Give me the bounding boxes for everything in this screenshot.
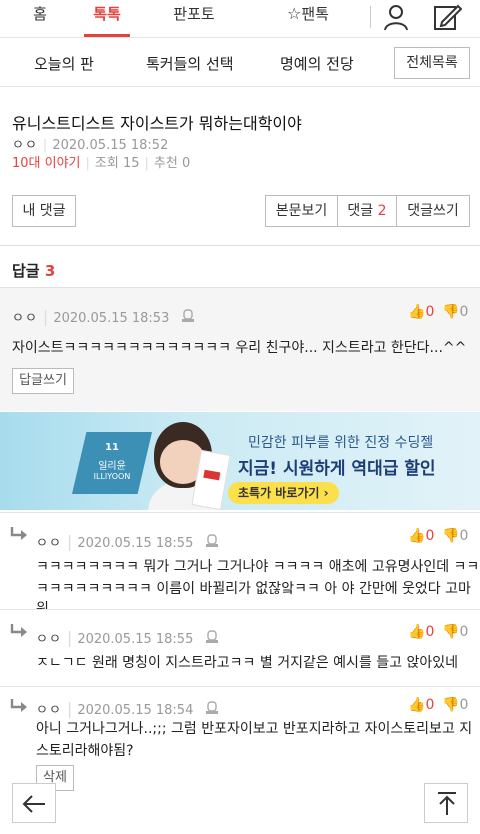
nav-divider [370, 6, 371, 28]
upvote-count: 0 [425, 624, 435, 640]
ad-brand-logo: 11 일리윤 ILLIYOON [72, 432, 152, 494]
report-icon[interactable] [206, 533, 219, 552]
post-category[interactable]: 10대 이야기 [12, 156, 81, 171]
replies-label: 답글 [12, 262, 40, 280]
report-icon[interactable] [182, 308, 195, 327]
reply-meta: ㅇㅇ | 2020.05.15 18:54 [36, 699, 219, 719]
scroll-top-button[interactable] [424, 783, 468, 823]
reply-datetime: 2020.05.15 18:55 [77, 536, 194, 551]
reply-author: ㅇㅇ [36, 703, 62, 718]
ad-cta-button[interactable]: 초특가 바로가기 › [228, 482, 339, 504]
arrow-left-icon [22, 795, 45, 813]
ad-brand-en: ILLIYOON [93, 472, 131, 481]
section-divider [0, 245, 480, 246]
subnav-hall-of-fame[interactable]: 명예의 전당 [280, 53, 354, 74]
thumbs-down-icon: 👎 [442, 304, 460, 320]
reply-author: ㅇㅇ [36, 632, 62, 647]
upvote-count: 0 [425, 528, 435, 544]
write-icon[interactable] [432, 2, 463, 32]
upvote-count: 0 [425, 697, 435, 713]
best-comment-meta: ㅇㅇ | 2020.05.15 18:53 [12, 307, 195, 327]
reply-text-line: 아니 그거나그거나..;;; 그럼 반포자이보고 반포지라하고 자이스토리보고 … [36, 721, 473, 737]
reply-button[interactable]: 답글쓰기 [12, 368, 74, 394]
ad-brand-name: 일리윤 [98, 461, 126, 472]
replies-header: 답글 3 [12, 260, 55, 281]
thumbs-down-icon: 👎 [442, 528, 460, 544]
comments-button[interactable]: 댓글 2 [337, 195, 397, 227]
reply-arrow-icon [10, 624, 27, 637]
star-icon: ☆ [287, 4, 302, 23]
view-post-button[interactable]: 본문보기 [265, 195, 338, 227]
post-title: 유니스트디스트 자이스트가 뭐하는대학이야 [12, 114, 302, 133]
post-meta: ㅇㅇ | 2020.05.15 18:52 [12, 138, 169, 153]
post-views: 조회 15 [94, 156, 140, 171]
comment-datetime: 2020.05.15 18:53 [53, 311, 170, 326]
replies-count: 3 [44, 262, 56, 280]
best-comment: ㅇㅇ | 2020.05.15 18:53 👍0 👎0 자이스트ㅋㅋㅋㅋㅋㅋㅋㅋㅋㅋ… [0, 287, 480, 411]
back-button[interactable] [12, 783, 56, 823]
reply-text-line: ㅈㄴㄱㄷ 원래 명칭이 지스트라고ㅋㅋ 별 거지같은 예시를 들고 앉아있네 [36, 655, 458, 671]
reply-meta: ㅇㅇ | 2020.05.15 18:55 [36, 628, 219, 648]
thumbs-down-icon: 👎 [442, 697, 460, 713]
post-recommends: 추천 0 [153, 156, 191, 171]
thumbs-down-icon: 👎 [442, 624, 460, 640]
reply-author: ㅇㅇ [36, 536, 62, 551]
downvote-button[interactable]: 👎0 [442, 528, 468, 544]
tab-panphoto[interactable]: 판포토 [168, 0, 220, 38]
downvote-button[interactable]: 👎0 [442, 697, 468, 713]
reply-arrow-icon [10, 699, 27, 712]
reply-text-line: 스토리라해야됨? [36, 743, 134, 759]
downvote-button[interactable]: 👎0 [442, 304, 468, 320]
post-author: ㅇㅇ [12, 138, 38, 153]
reply-item: ㅇㅇ | 2020.05.15 18:54 👍0 👎0 아니 그거나그거나..;;;… [0, 686, 480, 834]
write-comment-button[interactable]: 댓글쓰기 [396, 195, 470, 227]
reply-item: ㅇㅇ | 2020.05.15 18:55 👍0 👎0 ㅋㅋㅋㅋㅋㅋㅋㅋ 뭐가 그거… [0, 512, 480, 617]
sub-nav: 오늘의 판 톡커들의 선택 명예의 전당 전체목록 [0, 39, 480, 87]
downvote-count: 0 [459, 304, 469, 320]
report-icon[interactable] [206, 700, 219, 719]
comment-text: 자이스트ㅋㅋㅋㅋㅋㅋㅋㅋㅋㅋㅋㅋㅋ 우리 친구야... 지스트라고 한단다...… [12, 340, 467, 356]
tab-toktok[interactable]: 톡톡 [84, 0, 130, 38]
tab-home[interactable]: 홈 [28, 0, 52, 38]
reply-datetime: 2020.05.15 18:55 [77, 632, 194, 647]
downvote-button[interactable]: 👎0 [442, 624, 468, 640]
tab-fantok[interactable]: ☆팬톡 [278, 0, 338, 38]
reply-text-line: ㅋㅋㅋㅋㅋㅋㅋㅋ 뭐가 그거나 그거나야 ㅋㅋㅋㅋ 애초에 고유명사인데 ㅋㅋ [36, 559, 480, 575]
ad-banner[interactable]: 11 일리윤 ILLIYOON 민감한 피부를 위한 진정 수딩젤 지금! 시원… [0, 412, 480, 510]
user-icon[interactable] [381, 2, 411, 32]
downvote-count: 0 [459, 624, 469, 640]
reply-datetime: 2020.05.15 18:54 [77, 703, 194, 718]
upvote-button[interactable]: 👍0 [408, 304, 434, 320]
tab-fantok-label: 팬톡 [301, 5, 329, 23]
post-datetime: 2020.05.15 18:52 [52, 138, 169, 153]
top-nav: 홈 톡톡 판포토 ☆팬톡 [0, 0, 480, 38]
upvote-button[interactable]: 👍0 [408, 528, 434, 544]
upvote-button[interactable]: 👍0 [408, 624, 434, 640]
full-list-button[interactable]: 전체목록 [394, 47, 470, 79]
reply-arrow-icon [10, 527, 27, 540]
subnav-talkers-choice[interactable]: 톡커들의 선택 [146, 53, 234, 74]
ad-promo: 지금! 시원하게 역대급 할인 [238, 459, 436, 479]
downvote-count: 0 [459, 697, 469, 713]
post-stats: 10대 이야기 | 조회 15 | 추천 0 [12, 156, 191, 171]
active-tab-indicator [84, 34, 130, 37]
arrow-up-icon [438, 792, 456, 815]
comments-label: 댓글 [347, 203, 374, 219]
reply-item: ㅇㅇ | 2020.05.15 18:55 👍0 👎0 ㅈㄴㄱㄷ 원래 명칭이 지스… [0, 609, 480, 685]
comments-count: 2 [377, 203, 387, 219]
report-icon[interactable] [206, 629, 219, 648]
my-comments-button[interactable]: 내 댓글 [12, 195, 76, 227]
ad-brand-top: 11 [105, 442, 119, 453]
downvote-count: 0 [459, 528, 469, 544]
upvote-button[interactable]: 👍0 [408, 697, 434, 713]
comment-author: ㅇㅇ [12, 311, 38, 326]
upvote-count: 0 [425, 304, 435, 320]
thumbs-up-icon: 👍 [408, 697, 426, 713]
thumbs-up-icon: 👍 [408, 304, 426, 320]
thumbs-up-icon: 👍 [408, 528, 426, 544]
subnav-today[interactable]: 오늘의 판 [34, 53, 94, 74]
thumbs-up-icon: 👍 [408, 624, 426, 640]
ad-headline: 민감한 피부를 위한 진정 수딩젤 [248, 435, 434, 451]
reply-meta: ㅇㅇ | 2020.05.15 18:55 [36, 532, 219, 552]
